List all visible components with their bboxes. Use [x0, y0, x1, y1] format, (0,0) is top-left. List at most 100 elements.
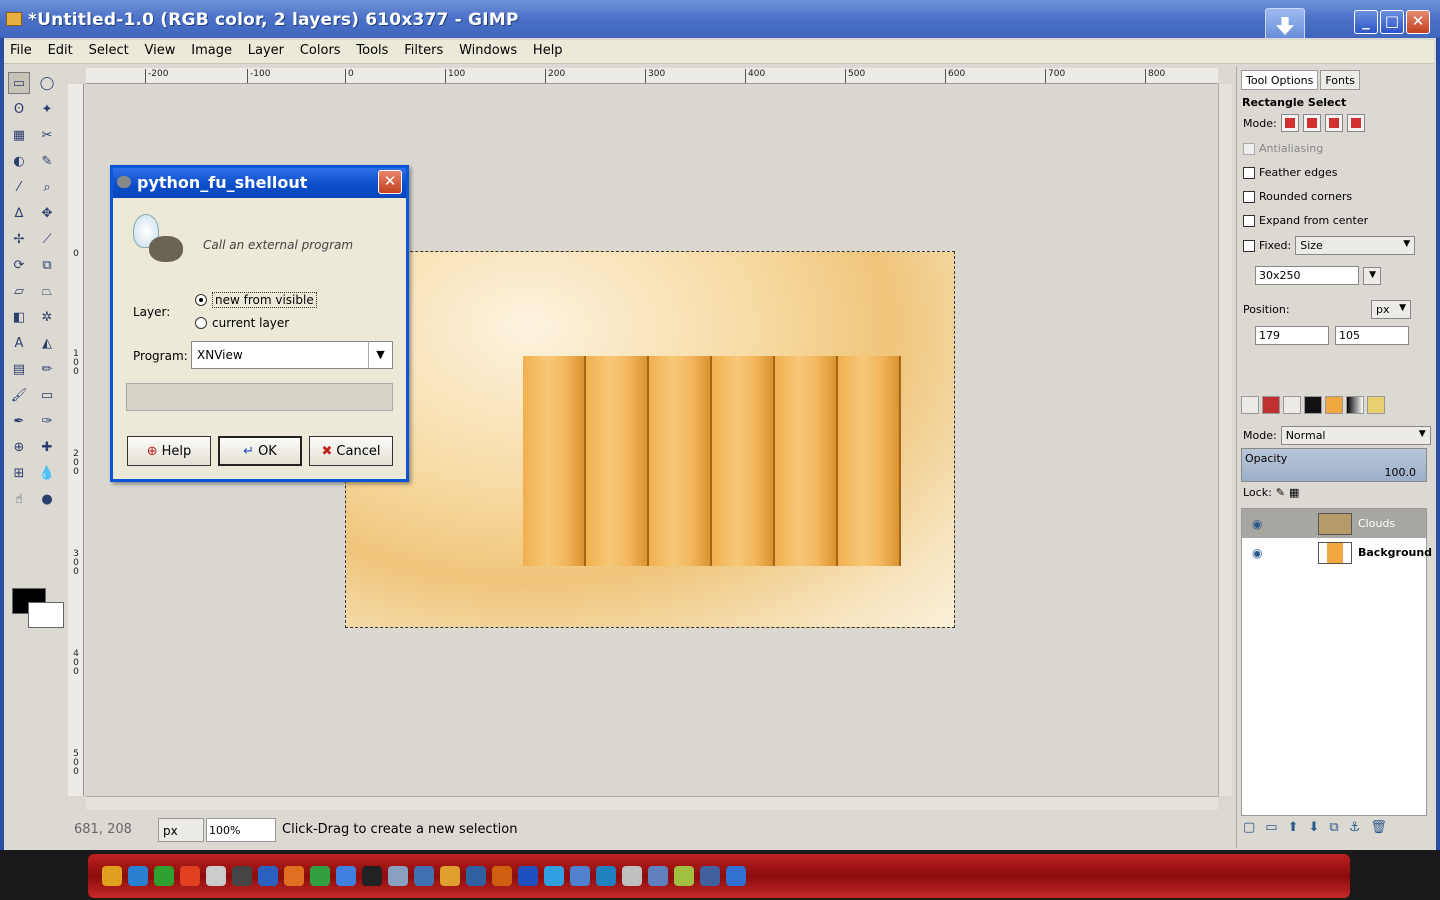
size-field[interactable]: 30x250 [1255, 266, 1359, 285]
app-icon[interactable] [258, 866, 278, 886]
radio-button[interactable] [195, 317, 207, 329]
position-unit-select[interactable]: px [1371, 300, 1411, 319]
new-layer-icon[interactable]: ▢ [1243, 820, 1255, 835]
app-icon[interactable] [414, 866, 434, 886]
clone-icon[interactable]: ⊕ [8, 436, 30, 458]
fixed-select[interactable]: Size [1295, 236, 1416, 255]
tab-tool-options[interactable]: Tool Options [1241, 70, 1319, 90]
anchor-icon[interactable]: ⚓ [1349, 820, 1361, 835]
blur-icon[interactable]: 💧 [36, 462, 58, 484]
antialiasing-checkbox[interactable] [1243, 142, 1255, 155]
app-icon[interactable] [388, 866, 408, 886]
pencil-icon[interactable]: ✏ [36, 358, 58, 380]
mode-intersect-icon[interactable] [1346, 114, 1365, 132]
app-icon[interactable] [206, 866, 226, 886]
app-icon[interactable] [284, 866, 304, 886]
radio-new-from-visible[interactable]: new from visible [195, 292, 317, 308]
ellipse-select-icon[interactable]: ◯ [36, 72, 58, 94]
color-picker-icon[interactable]: ⁄ [8, 176, 30, 198]
dialog-close-button[interactable]: ✕ [378, 170, 402, 194]
position-x-field[interactable]: 179 [1255, 326, 1329, 345]
app-icon[interactable] [232, 866, 252, 886]
rect-select-icon[interactable]: ▭ [8, 72, 30, 94]
zoom-icon[interactable]: ⌕ [36, 176, 58, 198]
feather-checkbox[interactable] [1243, 166, 1255, 179]
scale-icon[interactable]: ⧉ [36, 254, 58, 276]
measure-icon[interactable]: ∆ [8, 202, 30, 224]
blend-icon[interactable]: ▤ [8, 358, 30, 380]
airbrush-icon[interactable]: ✒ [8, 410, 30, 432]
app-icon[interactable] [492, 866, 512, 886]
menu-image[interactable]: Image [185, 40, 238, 58]
menu-tools[interactable]: Tools [350, 40, 394, 58]
layer-mode-select[interactable]: Normal [1280, 426, 1431, 445]
delete-layer-icon[interactable]: 🗑 [1370, 820, 1387, 835]
maximize-button[interactable]: □ [1380, 10, 1404, 34]
flip-icon[interactable]: ◧ [8, 306, 30, 328]
brushes-tab-icon[interactable] [1304, 396, 1322, 414]
crop-icon[interactable]: ⟋ [36, 228, 58, 250]
photoshop-icon[interactable] [466, 866, 486, 886]
horizontal-scrollbar[interactable] [86, 796, 1218, 810]
minimize-button[interactable]: _ [1354, 10, 1378, 34]
smudge-icon[interactable]: ☝ [8, 488, 30, 510]
eye-icon[interactable]: ◉ [1252, 546, 1262, 560]
app-icon[interactable] [700, 866, 720, 886]
rotate-icon[interactable]: ⟳ [8, 254, 30, 276]
mode-subtract-icon[interactable] [1324, 114, 1343, 132]
position-y-field[interactable]: 105 [1335, 326, 1409, 345]
new-group-icon[interactable]: ▭ [1265, 820, 1277, 835]
unit-select[interactable]: px [158, 818, 204, 842]
menu-help[interactable]: Help [527, 40, 569, 58]
radio-button[interactable] [195, 294, 207, 306]
menu-view[interactable]: View [139, 40, 182, 58]
chevron-down-icon[interactable]: ▼ [368, 342, 392, 368]
app-icon[interactable] [518, 866, 538, 886]
background-color-swatch[interactable] [28, 602, 64, 628]
paintbrush-icon[interactable]: 🖌 [8, 384, 30, 406]
select-by-color-icon[interactable]: ▦ [8, 124, 30, 146]
app-icon[interactable] [336, 866, 356, 886]
mode-add-icon[interactable] [1302, 114, 1321, 132]
image-canvas[interactable] [345, 251, 955, 628]
shear-icon[interactable]: ▱ [8, 280, 30, 302]
help-button[interactable]: ⊕ Help [127, 436, 211, 466]
menu-layer[interactable]: Layer [242, 40, 290, 58]
lock-alpha-icon[interactable]: ▦ [1289, 486, 1299, 499]
fixed-checkbox[interactable] [1243, 239, 1255, 252]
app-icon[interactable] [180, 866, 200, 886]
paths-icon[interactable]: ✎ [36, 150, 58, 172]
dodge-burn-icon[interactable]: ● [36, 488, 58, 510]
tab-fonts[interactable]: Fonts [1320, 70, 1360, 90]
channels-tab-icon[interactable] [1262, 396, 1280, 414]
raise-layer-icon[interactable]: ⬆ [1288, 820, 1299, 835]
app-icon[interactable] [570, 866, 590, 886]
app-icon[interactable] [674, 866, 694, 886]
cage-icon[interactable]: ✲ [36, 306, 58, 328]
menu-windows[interactable]: Windows [453, 40, 523, 58]
menu-select[interactable]: Select [83, 40, 135, 58]
gradients-tab-icon[interactable] [1346, 396, 1364, 414]
menu-edit[interactable]: Edit [42, 40, 79, 58]
eye-icon[interactable]: ◉ [1252, 517, 1262, 531]
foreground-select-icon[interactable]: ◐ [8, 150, 30, 172]
app-icon[interactable] [596, 866, 616, 886]
close-window-button[interactable]: ✕ [1406, 10, 1430, 34]
free-select-icon[interactable]: ʘ [8, 98, 30, 120]
vertical-scrollbar[interactable] [1218, 84, 1232, 796]
perspective-clone-icon[interactable]: ⊞ [8, 462, 30, 484]
undo-tab-icon[interactable] [1367, 396, 1385, 414]
eraser-icon[interactable]: ▭ [36, 384, 58, 406]
app-icon[interactable] [440, 866, 460, 886]
browser-icon[interactable] [128, 866, 148, 886]
menu-file[interactable]: File [4, 40, 38, 58]
app-icon[interactable] [648, 866, 668, 886]
perspective-icon[interactable]: ⏢ [36, 280, 58, 302]
app-icon[interactable] [726, 866, 746, 886]
duplicate-layer-icon[interactable]: ⧉ [1329, 820, 1338, 835]
rounded-checkbox[interactable] [1243, 190, 1255, 203]
opacity-slider[interactable]: Opacity 100.0 [1241, 448, 1427, 482]
chain-icon[interactable] [1363, 266, 1381, 285]
layer-row-clouds[interactable]: ◉ Clouds [1242, 509, 1426, 538]
layers-tab-icon[interactable] [1241, 396, 1259, 414]
